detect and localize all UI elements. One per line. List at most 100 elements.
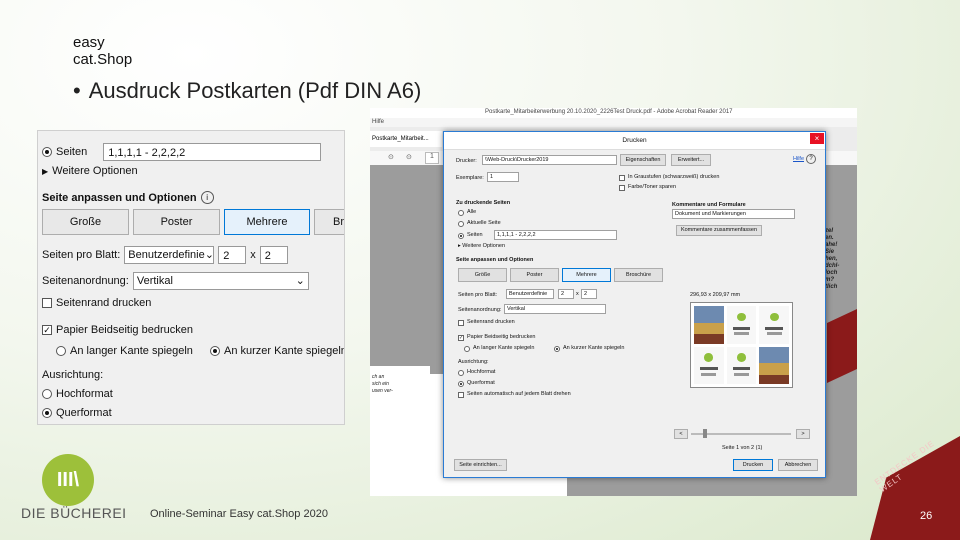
duplex-label: Papier Beidseitig bedrucken bbox=[56, 324, 193, 336]
summarize-comments-button[interactable]: Kommentare zusammenfassen bbox=[676, 225, 762, 236]
order-select[interactable]: Vertikal bbox=[504, 304, 606, 314]
print-border-checkbox[interactable] bbox=[42, 298, 52, 308]
current-page-radio[interactable] bbox=[458, 221, 464, 227]
save-ink-label: Farbe/Toner sparen bbox=[628, 184, 676, 190]
per-sheet-select[interactable]: Benutzerdefinie bbox=[506, 289, 554, 299]
poster-button[interactable]: Poster bbox=[133, 209, 220, 235]
auto-rotate-checkbox[interactable] bbox=[458, 392, 464, 398]
more-options-label: Weitere Optionen bbox=[52, 165, 138, 177]
order-select[interactable]: Vertikal ⌄ bbox=[132, 272, 309, 290]
pages-input[interactable]: 1,1,1,1 - 2,2,2,2 bbox=[494, 230, 617, 240]
duplex-checkbox[interactable]: ✓ bbox=[458, 335, 464, 341]
print-button[interactable]: Drucken bbox=[733, 459, 773, 471]
slider-handle[interactable] bbox=[703, 429, 707, 438]
columns-input[interactable]: 2 bbox=[218, 246, 247, 264]
portrait-row[interactable]: Hochformat bbox=[42, 388, 113, 400]
help-link[interactable]: Hilfe bbox=[793, 156, 804, 162]
rows-input[interactable]: 2 bbox=[581, 289, 597, 299]
size-button[interactable]: Große bbox=[42, 209, 129, 235]
up-arrow-icon[interactable]: ⊙ bbox=[388, 153, 394, 161]
title-text: Ausdruck Postkarten (Pdf DIN A6) bbox=[88, 78, 422, 103]
flip-short-radio[interactable] bbox=[554, 346, 560, 352]
landscape-row[interactable]: Querformat bbox=[42, 407, 112, 419]
more-options-row[interactable]: ▸ Weitere Optionen bbox=[458, 243, 505, 249]
prev-page-button[interactable]: < bbox=[674, 429, 688, 439]
side-text-line: zel bbox=[825, 228, 834, 234]
print-preview bbox=[690, 302, 793, 388]
per-sheet-row: Seiten pro Blatt: Benutzerdefinie ⌄ 2 x 2 bbox=[42, 246, 288, 264]
portrait-radio[interactable] bbox=[42, 389, 52, 399]
dialog-title: Drucken bbox=[444, 132, 825, 150]
side-text-line: Sie bbox=[825, 249, 835, 255]
flip-short-radio[interactable] bbox=[210, 346, 220, 356]
duplex-checkbox[interactable]: ✓ bbox=[42, 325, 52, 335]
all-radio[interactable] bbox=[458, 210, 464, 216]
orientation-heading: Ausrichtung: bbox=[42, 369, 103, 381]
close-icon[interactable]: × bbox=[810, 133, 824, 144]
booklet-button[interactable]: Broschüre bbox=[614, 268, 663, 282]
document-tab[interactable]: Postkarte_Mitarbeit... bbox=[370, 131, 442, 147]
order-label: Seitenanordnung: bbox=[458, 307, 502, 313]
flip-long-row[interactable]: An langer Kante spiegeln bbox=[56, 345, 193, 357]
per-sheet-label: Seiten pro Blatt: bbox=[458, 292, 498, 298]
fit-section-heading: Seite anpassen und Optionen i bbox=[42, 191, 214, 204]
print-border-checkbox[interactable] bbox=[458, 320, 464, 326]
more-options-row[interactable]: ▶ Weitere Optionen bbox=[42, 165, 138, 177]
booklet-button[interactable]: Br bbox=[314, 209, 344, 235]
orientation-label: Ausrichtung: bbox=[42, 369, 104, 381]
grayscale-label: In Graustufen (schwarzweiß) drucken bbox=[628, 174, 720, 180]
comments-select[interactable]: Dokument und Markierungen bbox=[672, 209, 795, 219]
landscape-radio[interactable] bbox=[458, 381, 464, 387]
copies-input[interactable]: 1 bbox=[487, 172, 519, 182]
pages-radio[interactable] bbox=[42, 147, 52, 157]
print-dialog: Drucken × Drucker: \\Web-Druck\Drucker20… bbox=[443, 131, 826, 478]
pages-section-title: Zu druckende Seiten bbox=[456, 200, 511, 206]
portrait-radio[interactable] bbox=[458, 370, 464, 376]
grayscale-checkbox[interactable] bbox=[619, 175, 625, 181]
page-indicator: Seite 1 von 2 (1) bbox=[722, 445, 763, 451]
next-page-button[interactable]: > bbox=[796, 429, 810, 439]
multiple-button[interactable]: Mehrere bbox=[224, 209, 310, 235]
advanced-button[interactable]: Erweitert... bbox=[671, 154, 711, 166]
properties-button[interactable]: Eigenschaften bbox=[620, 154, 666, 166]
pages-radio[interactable] bbox=[458, 233, 464, 239]
cancel-button[interactable]: Abbrechen bbox=[778, 459, 818, 471]
printer-label: Drucker: bbox=[456, 158, 477, 164]
all-label: Alle bbox=[467, 209, 477, 215]
menu-help[interactable]: Hilfe bbox=[372, 119, 384, 125]
zoomed-print-options: Seiten 1,1,1,1 - 2,2,2,2 ▶ Weitere Optio… bbox=[37, 130, 345, 425]
flip-long-radio[interactable] bbox=[464, 346, 470, 352]
duplex-row[interactable]: ✓ Papier Beidseitig bedrucken bbox=[42, 324, 193, 336]
preview-card bbox=[694, 346, 724, 384]
flip-short-label: An kurzer Kante spiegeln bbox=[563, 345, 625, 351]
page-setup-button[interactable]: Seite einrichten... bbox=[454, 459, 507, 471]
side-text-line: loch bbox=[825, 270, 838, 276]
side-text-line: ahe! bbox=[825, 242, 838, 248]
page-text: ch an sich ein usen ver- bbox=[370, 366, 430, 395]
multiple-button[interactable]: Mehrere bbox=[562, 268, 611, 282]
page-number-field[interactable]: 1 bbox=[425, 152, 439, 164]
footer-text: Online-Seminar Easy cat.Shop 2020 bbox=[150, 508, 328, 520]
brand: easy cat.Shop bbox=[73, 34, 132, 68]
help-icon[interactable]: ? bbox=[806, 154, 816, 164]
print-border-row[interactable]: Seitenrand drucken bbox=[42, 297, 151, 309]
rows-input[interactable]: 2 bbox=[259, 246, 288, 264]
brand-line1: easy bbox=[73, 34, 105, 51]
info-icon[interactable]: i bbox=[200, 191, 214, 204]
printer-select[interactable]: \\Web-Druck\Drucker2019 bbox=[482, 155, 617, 165]
size-button[interactable]: Größe bbox=[458, 268, 507, 282]
page-text-line: ch an bbox=[372, 374, 385, 380]
down-arrow-icon[interactable]: ⊙ bbox=[406, 153, 412, 161]
per-sheet-select[interactable]: Benutzerdefinie ⌄ bbox=[124, 246, 215, 264]
slide-title: • Ausdruck Postkarten (Pdf DIN A6) bbox=[73, 78, 421, 104]
save-ink-checkbox[interactable] bbox=[619, 185, 625, 191]
flip-long-radio[interactable] bbox=[56, 346, 66, 356]
pages-input[interactable]: 1,1,1,1 - 2,2,2,2 bbox=[103, 143, 322, 161]
per-sheet-value: Benutzerdefinie bbox=[128, 249, 205, 261]
columns-input[interactable]: 2 bbox=[558, 289, 574, 299]
poster-button[interactable]: Poster bbox=[510, 268, 559, 282]
fit-section-title: Seite anpassen und Optionen bbox=[456, 257, 534, 263]
landscape-radio[interactable] bbox=[42, 408, 52, 418]
flip-short-row[interactable]: An kurzer Kante spiegeln bbox=[210, 345, 344, 357]
print-border-label: Seitenrand drucken bbox=[467, 319, 515, 325]
